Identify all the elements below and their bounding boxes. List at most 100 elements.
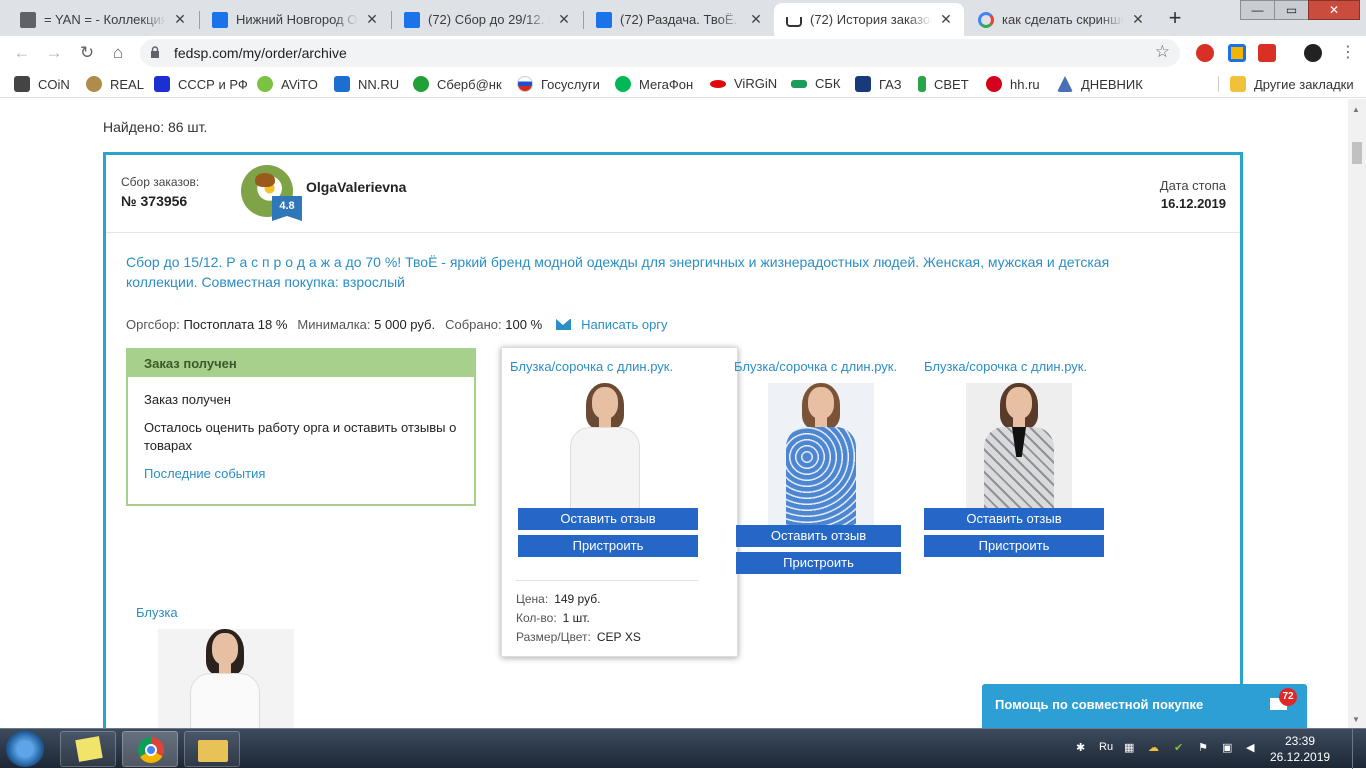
- language-indicator[interactable]: Ru: [1099, 741, 1113, 753]
- tab-order-history[interactable]: (72) История заказов ✕: [774, 3, 964, 36]
- tab-yan[interactable]: = YAN = - Коллекция ✕: [8, 3, 198, 36]
- bookmark-svet[interactable]: СВЕТ: [918, 76, 969, 92]
- address-bar[interactable]: fedsp.com/my/order/archive ☆: [140, 39, 1180, 67]
- bookmark-label: REAL: [110, 76, 144, 92]
- unread-badge: 72: [1279, 688, 1297, 706]
- tab-nn[interactable]: Нижний Новгород О ✕: [200, 3, 390, 36]
- bookmark-virgin[interactable]: ViRGiN: [710, 76, 777, 91]
- close-icon[interactable]: ✕: [364, 11, 380, 28]
- product-card[interactable]: Блузка/сорочка с длин.рук.: [726, 359, 916, 525]
- bookmark-nnru[interactable]: NN.RU: [334, 76, 399, 92]
- minimize-button[interactable]: —: [1240, 0, 1274, 20]
- product-image[interactable]: [552, 383, 658, 525]
- bookmark-sberbank[interactable]: Сберб@нк: [413, 76, 502, 92]
- product-title-link[interactable]: Блузка/сорочка с длин.рук.: [510, 359, 700, 374]
- order-description-link[interactable]: Сбор до 15/12. Р а с п р о д а ж а до 70…: [126, 252, 1176, 292]
- extension-icon[interactable]: [1228, 44, 1246, 62]
- google-icon: [978, 11, 994, 28]
- taskbar-app-explorer[interactable]: [184, 731, 240, 767]
- close-icon[interactable]: ✕: [1130, 11, 1146, 28]
- close-icon[interactable]: ✕: [172, 11, 188, 28]
- scroll-up-arrow[interactable]: ▲: [1352, 105, 1360, 114]
- product-title-link[interactable]: Блузка/сорочка с длин.рук.: [734, 359, 916, 374]
- bookmark-label: NN.RU: [358, 76, 400, 92]
- bluetooth-icon[interactable]: ✱: [1076, 741, 1085, 754]
- stop-date-block: Дата стопа 16.12.2019: [1160, 178, 1226, 211]
- bookmark-other[interactable]: Другие закладки: [1230, 76, 1354, 92]
- adblock-extension-icon[interactable]: [1196, 44, 1214, 62]
- back-button[interactable]: ←: [10, 42, 34, 64]
- page-scrollbar[interactable]: ▲ ▼: [1348, 99, 1366, 728]
- maximize-button[interactable]: ▭: [1274, 0, 1308, 20]
- product-title-link[interactable]: Блузка/сорочка с длин.рук.: [924, 359, 1114, 374]
- new-tab-button[interactable]: +: [1161, 5, 1189, 33]
- home-button[interactable]: ⌂: [106, 42, 130, 64]
- order-status-box: Заказ получен Заказ получен Осталось оце…: [126, 348, 476, 506]
- product-title-link[interactable]: Блузка: [136, 605, 326, 620]
- attach-button[interactable]: Пристроить: [736, 552, 901, 574]
- tray-app-icon[interactable]: ✔: [1174, 741, 1183, 754]
- tab-razdacha[interactable]: (72) Раздача. ТвоЁ. 10 ✕: [584, 3, 774, 36]
- help-label: Помощь по совместной покупке: [995, 697, 1204, 712]
- leave-review-button[interactable]: Оставить отзыв: [736, 525, 901, 547]
- scroll-down-arrow[interactable]: ▼: [1352, 715, 1360, 724]
- taskbar-app-chrome[interactable]: [122, 731, 178, 767]
- tray-app-icon[interactable]: ▦: [1124, 741, 1134, 754]
- bookmark-separator: [1218, 76, 1219, 92]
- attach-button[interactable]: Пристроить: [924, 535, 1104, 557]
- product-card[interactable]: Блузка: [136, 605, 326, 728]
- start-button[interactable]: [6, 731, 44, 767]
- bookmark-megafon[interactable]: МегаФон: [615, 76, 693, 92]
- flag-icon[interactable]: ⚑: [1198, 741, 1208, 754]
- bookmark-gosuslugi[interactable]: Госуслуги: [517, 76, 600, 92]
- bookmark-icon: [154, 76, 170, 92]
- bookmark-icon: [14, 76, 30, 92]
- tab-strip: = YAN = - Коллекция ✕ Нижний Новгород О …: [0, 0, 1366, 36]
- reload-button[interactable]: ↻: [75, 42, 99, 64]
- leave-review-button[interactable]: Оставить отзыв: [924, 508, 1104, 530]
- price-row: Цена: 149 руб.: [516, 590, 698, 609]
- tab-sbor[interactable]: (72) Сбор до 29/12. Н ✕: [392, 3, 582, 36]
- collection-label: Сбор заказов:: [121, 175, 200, 189]
- bookmark-ussr[interactable]: СССР и РФ: [154, 76, 248, 92]
- product-card[interactable]: Блузка/сорочка с длин.рук. Оставить отзы…: [510, 359, 700, 557]
- clock[interactable]: 23:39 26.12.2019: [1270, 733, 1330, 765]
- product-image[interactable]: [966, 383, 1072, 525]
- bookmark-dnevnik[interactable]: ДНЕВНИК: [1057, 76, 1143, 92]
- attach-button[interactable]: Пристроить: [518, 535, 698, 557]
- tab-google[interactable]: как сделать скриншо ✕: [966, 3, 1156, 36]
- bookmark-icon: [615, 76, 631, 92]
- ublock-icon: [20, 11, 36, 28]
- weather-icon[interactable]: ☁: [1148, 741, 1159, 754]
- product-card[interactable]: Блузка/сорочка с длин.рук. Оставить отзы…: [924, 359, 1114, 557]
- extension-icon[interactable]: [1258, 44, 1276, 62]
- bookmark-coin[interactable]: COiN: [14, 76, 70, 92]
- profile-avatar[interactable]: [1304, 44, 1322, 62]
- help-chat-widget[interactable]: Помощь по совместной покупке 72: [982, 684, 1307, 728]
- close-icon[interactable]: ✕: [556, 11, 572, 28]
- product-image[interactable]: [768, 383, 874, 525]
- close-icon[interactable]: ✕: [748, 11, 764, 28]
- close-icon[interactable]: ✕: [938, 11, 954, 28]
- bookmark-gaz[interactable]: ГАЗ: [855, 76, 902, 92]
- scrollbar-thumb[interactable]: [1352, 142, 1362, 164]
- taskbar-app-sticky-notes[interactable]: [60, 731, 116, 767]
- organizer-name[interactable]: OlgaValerievna: [306, 179, 406, 195]
- show-desktop-button[interactable]: [1352, 729, 1366, 769]
- network-icon[interactable]: ▣: [1222, 741, 1232, 754]
- bookmark-sbk[interactable]: СБК: [791, 76, 841, 91]
- forward-button[interactable]: →: [42, 42, 66, 64]
- menu-icon[interactable]: ⋮: [1336, 42, 1360, 64]
- write-organizer-link[interactable]: Написать оргу: [581, 317, 667, 332]
- bookmark-avito[interactable]: AViTO: [257, 76, 318, 92]
- leave-review-button[interactable]: Оставить отзыв: [518, 508, 698, 530]
- close-window-button[interactable]: ✕: [1308, 0, 1360, 20]
- page-viewport: Найдено: 86 шт. Сбор заказов: № 373956 4…: [0, 99, 1348, 728]
- bookmark-hh[interactable]: hh.ru: [986, 76, 1040, 92]
- bookmark-real[interactable]: REAL: [86, 76, 144, 92]
- bookmark-star-icon[interactable]: ☆: [1155, 42, 1170, 62]
- product-image[interactable]: [158, 629, 294, 728]
- min-value: 5 000 руб.: [374, 317, 436, 332]
- recent-events-link[interactable]: Последние события: [144, 465, 458, 483]
- volume-icon[interactable]: ◀: [1246, 741, 1254, 754]
